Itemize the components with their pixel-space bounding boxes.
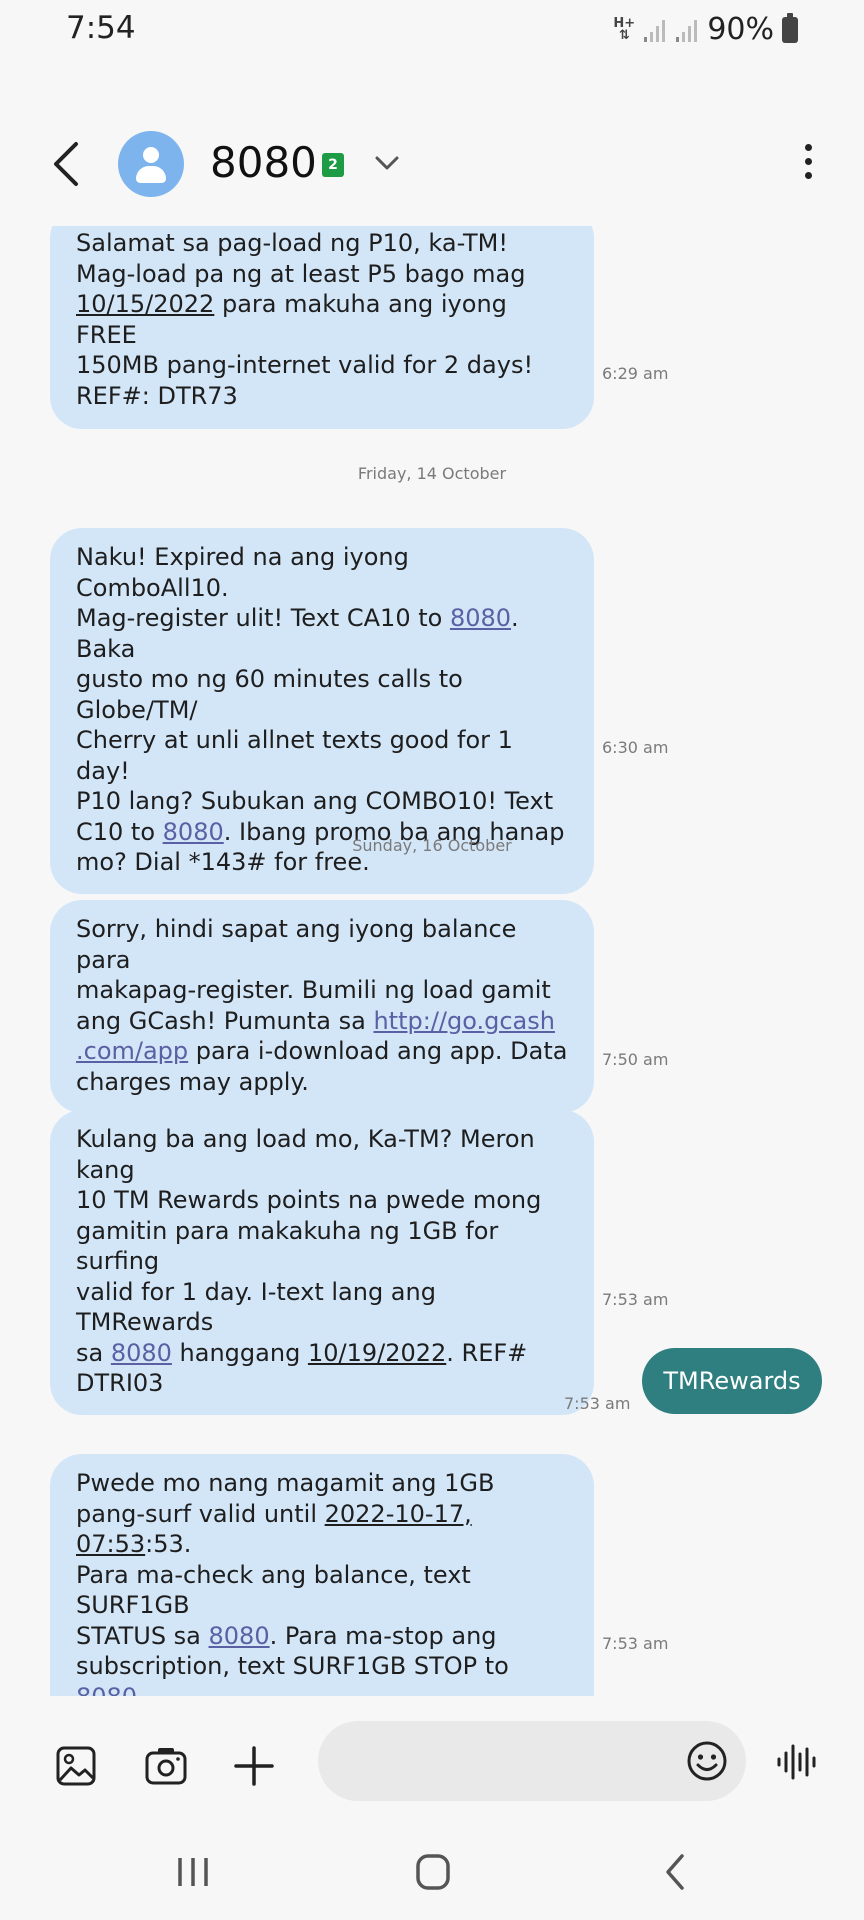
voice-icon[interactable] — [776, 1740, 820, 1784]
received-message[interactable]: Pwede mo nang magamit ang 1GB pang-surf … — [50, 1454, 594, 1696]
sim-badge: 2 — [322, 153, 344, 177]
contact-avatar[interactable] — [118, 131, 184, 197]
status-icons: H+ ⇅ 90% — [613, 12, 798, 47]
plus-icon[interactable] — [232, 1744, 276, 1788]
message-input[interactable] — [318, 1721, 746, 1801]
message-link[interactable]: 8080 — [209, 1622, 270, 1650]
message-text: Salamat sa pag-load ng P10, ka-TM! Mag-l… — [76, 229, 526, 288]
message-time: 7:50 am — [602, 1050, 669, 1069]
signal-icon-sim1 — [644, 19, 666, 42]
message-link[interactable]: 8080 — [111, 1339, 172, 1367]
message-date-link[interactable]: 10/19/2022 — [308, 1339, 446, 1367]
message-link[interactable]: 8080 — [76, 1683, 137, 1697]
more-dot — [804, 144, 812, 151]
date-separator: Friday, 14 October — [357, 464, 507, 483]
message-link[interactable]: 8080 — [450, 604, 511, 632]
network-type-icon: H+ ⇅ — [613, 15, 636, 43]
image-icon[interactable] — [54, 1744, 98, 1788]
battery-icon — [782, 12, 798, 43]
emoji-icon[interactable] — [686, 1740, 728, 1782]
more-options-button[interactable] — [798, 144, 818, 184]
home-button[interactable] — [408, 1850, 458, 1894]
signal-icon-sim2 — [676, 19, 698, 42]
message-text: hanggang — [171, 1338, 308, 1367]
compose-bar — [0, 1696, 864, 1826]
sent-message[interactable]: TMRewards — [642, 1348, 822, 1414]
back-button[interactable] — [46, 140, 86, 188]
received-message[interactable]: Sorry, hindi sapat ang iyong balance par… — [50, 900, 594, 1113]
battery-percent: 90% — [707, 12, 774, 47]
message-date-link[interactable]: 10/15/2022 — [76, 290, 214, 318]
person-icon — [143, 147, 159, 163]
status-bar: 7:54 H+ ⇅ 90% — [0, 0, 864, 60]
message-thread[interactable]: Salamat sa pag-load ng P10, ka-TM! Mag-l… — [0, 226, 864, 1696]
message-text: Naku! Expired na ang iyong ComboAll10. M… — [76, 543, 443, 632]
date-separator: Sunday, 16 October — [352, 836, 512, 855]
camera-icon[interactable] — [144, 1744, 188, 1788]
received-message[interactable]: Kulang ba ang load mo, Ka-TM? Meron kang… — [50, 1110, 594, 1415]
back-nav-button[interactable] — [650, 1850, 700, 1894]
status-time: 7:54 — [66, 10, 136, 46]
chevron-down-icon[interactable] — [372, 148, 402, 178]
message-time: 6:30 am — [602, 738, 669, 757]
received-message[interactable]: Salamat sa pag-load ng P10, ka-TM! Mag-l… — [50, 226, 594, 429]
system-nav-bar — [0, 1826, 864, 1920]
message-time: 7:53 am — [602, 1634, 669, 1653]
contact-name[interactable]: 8080 — [210, 138, 317, 187]
recent-apps-button[interactable] — [168, 1850, 218, 1894]
message-text: Kulang ba ang load mo, Ka-TM? Meron kang… — [76, 1125, 542, 1367]
message-time: 7:53 am — [564, 1394, 631, 1413]
message-text: . Baka gusto mo ng 60 minutes calls to G… — [76, 604, 554, 846]
conversation-header: 8080 2 — [0, 122, 864, 206]
message-time: 7:53 am — [602, 1290, 669, 1309]
message-time: 6:29 am — [602, 364, 669, 383]
